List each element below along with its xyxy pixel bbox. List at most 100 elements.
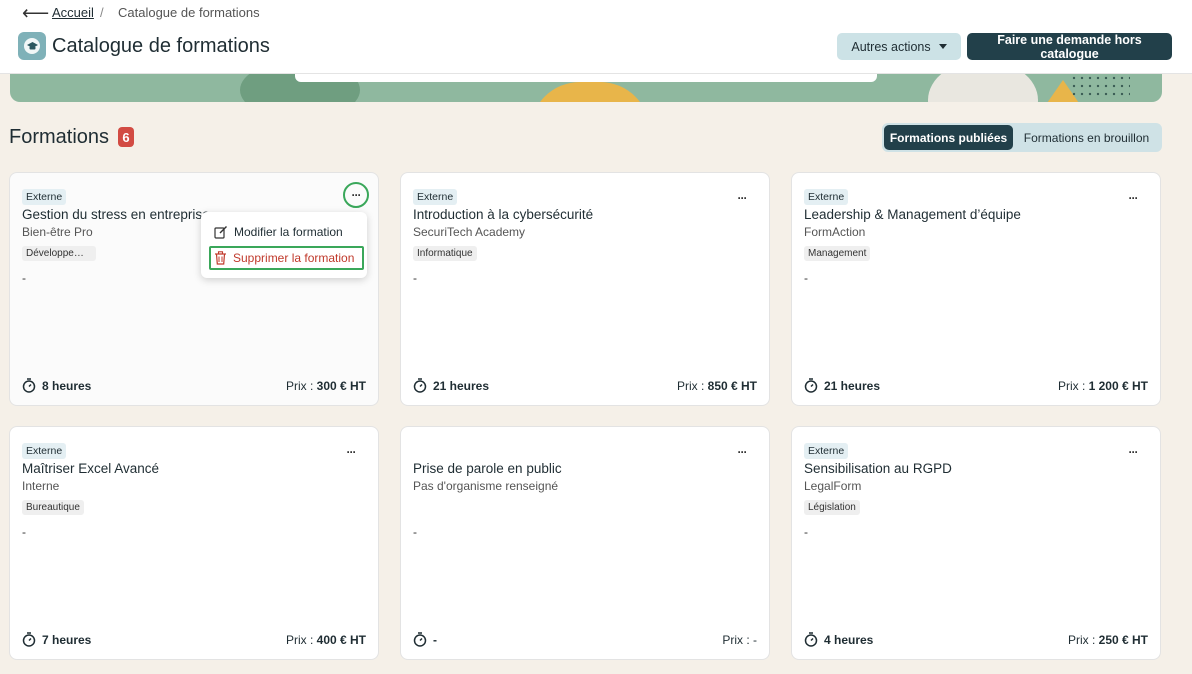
more-options-button[interactable]: ··· [343,182,369,208]
price-value: - [753,633,757,647]
back-arrow-icon[interactable]: ⟵ [22,2,49,25]
other-actions-button[interactable]: Autres actions [837,33,961,60]
card-title: Maîtriser Excel Avancé [22,461,160,476]
request-off-catalog-button[interactable]: Faire une demande hors catalogue [967,33,1172,61]
card-organization: FormAction [804,225,866,239]
stopwatch-icon [413,378,427,393]
type-badge: Externe [413,189,458,205]
page-header: ⟵ Accueil / Catalogue de formations Cata… [0,0,1192,74]
card-price: Prix : 400 € HT [286,633,366,647]
menu-item-edit-label: Modifier la formation [234,225,343,239]
publication-toggle: Formations publiées Formations en brouil… [882,123,1162,152]
card-duration: 21 heures [804,378,880,393]
duration-value: 21 heures [433,378,490,393]
card-title: Leadership & Management d’équipe [804,207,1021,222]
stopwatch-icon [22,378,36,393]
price-value: 1 200 € HT [1088,379,1148,393]
training-card[interactable]: Externe ··· Sensibilisation au RGPD Lega… [791,426,1161,660]
price-label: Prix : [1067,633,1099,647]
training-card[interactable]: Externe ··· Introduction à la cybersécur… [400,172,770,406]
card-price: Prix : 300 € HT [286,379,366,393]
training-card[interactable]: ··· Prise de parole en public Pas d'orga… [400,426,770,660]
menu-item-edit[interactable]: Modifier la formation [209,220,359,244]
card-title: Sensibilisation au RGPD [804,461,952,476]
card-price: Prix : 250 € HT [1068,633,1148,647]
page-title: Catalogue de formations [52,35,270,57]
card-organization: Interne [22,479,60,493]
sun-shape [530,82,650,102]
duration-value: - [433,632,437,647]
card-duration: 4 heures [804,632,873,647]
card-price: Prix : - [722,633,757,647]
card-organization: Bien-être Pro [22,225,93,239]
card-description: - [804,271,808,285]
formations-count-badge: 6 [118,127,134,147]
training-card[interactable]: Externe ··· Gestion du stress en entrepr… [9,172,379,406]
category-tag: Développement personnel [22,246,96,261]
training-card[interactable]: Externe ··· Maîtriser Excel Avancé Inter… [9,426,379,660]
card-duration: 7 heures [22,632,91,647]
type-badge: Externe [804,189,849,205]
category-tag: Bureautique [22,500,84,515]
tab-draft[interactable]: Formations en brouillon [1013,125,1160,150]
card-organization: Pas d'organisme renseigné [413,479,559,493]
other-actions-label: Autres actions [851,39,931,54]
duration-value: 4 heures [824,632,874,647]
card-actions-menu: Modifier la formation Supprimer la forma… [201,212,367,278]
price-label: Prix : [285,379,317,393]
price-value: 250 € HT [1098,633,1148,647]
type-badge: Externe [804,443,849,459]
stopwatch-icon [413,632,427,647]
more-options-button[interactable]: ··· [729,439,755,465]
card-description: - [413,525,417,539]
card-organization: SecuriTech Academy [413,225,526,239]
price-label: Prix : [676,379,708,393]
card-description: - [22,525,26,539]
stopwatch-icon [804,632,818,647]
stopwatch-icon [22,632,36,647]
card-organization: LegalForm [804,479,862,493]
price-value: 300 € HT [316,379,366,393]
training-card[interactable]: Externe ··· Leadership & Management d’éq… [791,172,1161,406]
price-label: Prix : [722,633,753,647]
section-title: Formations [9,126,110,148]
card-duration: - [413,632,437,647]
price-value: 400 € HT [316,633,366,647]
edit-icon [214,226,227,239]
price-label: Prix : [1057,379,1089,393]
breadcrumb-current: Catalogue de formations [118,5,260,20]
card-price: Prix : 1 200 € HT [1058,379,1148,393]
type-badge: Externe [22,189,67,205]
card-description: - [413,271,417,285]
card-price: Prix : 850 € HT [677,379,757,393]
stopwatch-icon [804,378,818,393]
caret-down-icon [938,44,947,49]
graduation-cap-icon [18,32,46,60]
menu-item-delete[interactable]: Supprimer la formation [209,246,364,270]
category-tag: Informatique [413,246,477,261]
breadcrumb-separator: / [100,5,104,20]
price-label: Prix : [285,633,317,647]
card-title: Introduction à la cybersécurité [413,207,594,222]
more-options-button[interactable]: ··· [338,439,364,465]
more-options-button[interactable]: ··· [1120,185,1146,211]
tab-published[interactable]: Formations publiées [884,125,1013,150]
card-description: - [804,525,808,539]
card-title: Gestion du stress en entreprise [22,207,210,222]
more-options-button[interactable]: ··· [729,185,755,211]
card-duration: 8 heures [22,378,91,393]
duration-value: 7 heures [42,632,92,647]
card-description: - [22,271,26,285]
duration-value: 8 heures [42,378,92,393]
trash-icon [215,251,226,265]
card-title: Prise de parole en public [413,461,562,476]
type-badge: Externe [22,443,67,459]
duration-value: 21 heures [824,378,881,393]
more-options-button[interactable]: ··· [1120,439,1146,465]
price-value: 850 € HT [707,379,757,393]
category-tag: Management [804,246,871,261]
category-tag: Législation [804,500,860,515]
card-duration: 21 heures [413,378,489,393]
breadcrumb-home-link[interactable]: Accueil [52,5,94,20]
menu-item-delete-label: Supprimer la formation [233,251,355,265]
